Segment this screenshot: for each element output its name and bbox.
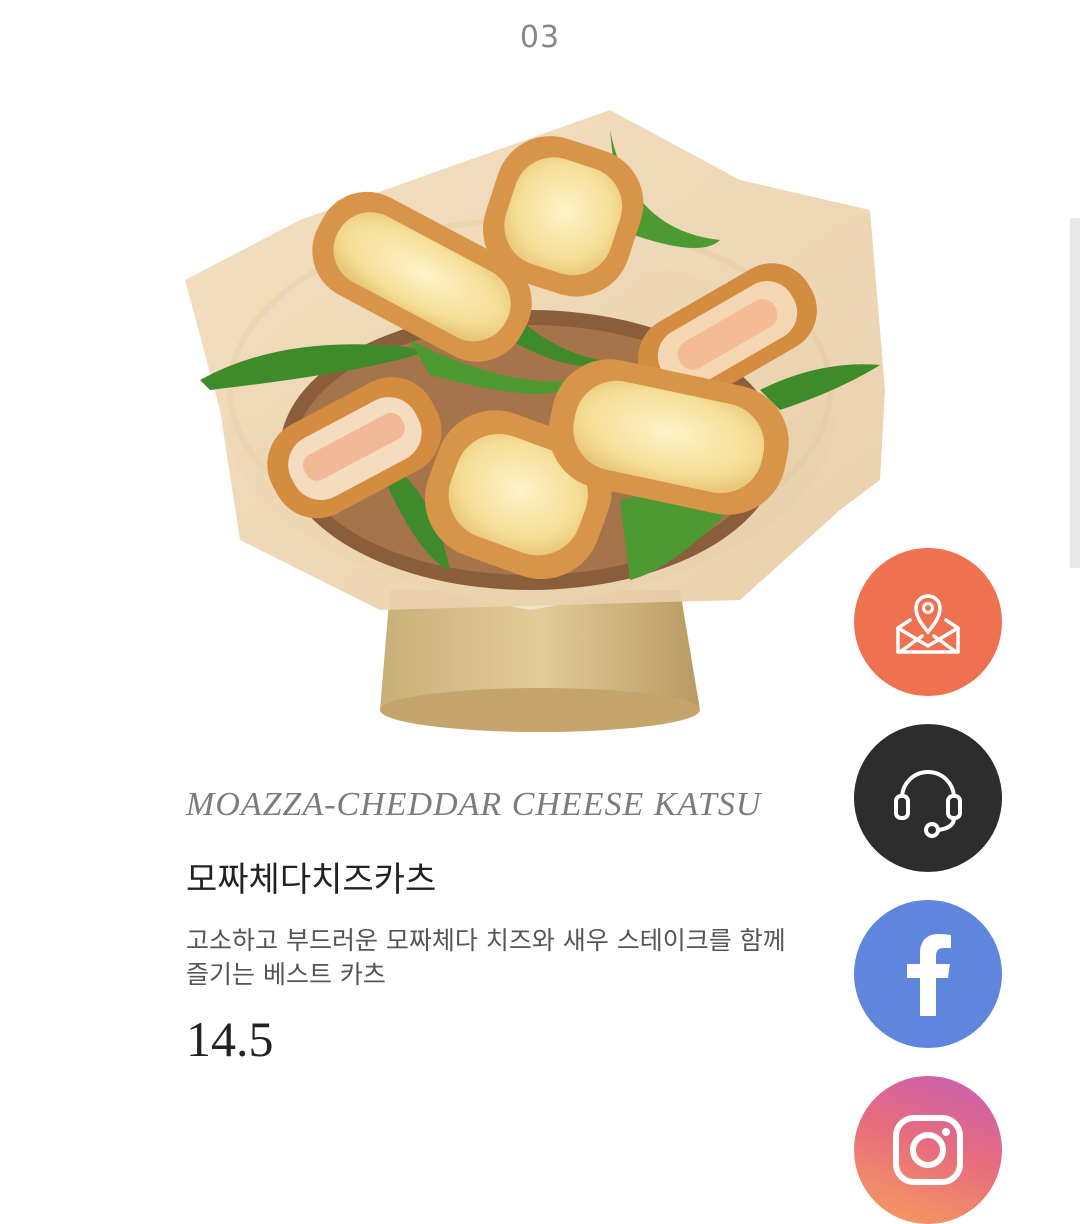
instagram-icon — [893, 1115, 963, 1185]
instagram-button[interactable] — [854, 1076, 1002, 1224]
map-pin-envelope-icon — [896, 594, 960, 654]
customer-support-button[interactable] — [854, 724, 1002, 872]
item-description: 고소하고 부드러운 모짜체다 치즈와 새우 스테이크를 함께 즐기는 베스트 카… — [186, 924, 886, 992]
facebook-icon — [907, 934, 951, 1016]
item-description-line: 즐기는 베스트 카츠 — [186, 960, 386, 989]
item-number: 03 — [519, 20, 561, 55]
item-price: 14.5 — [186, 1011, 274, 1067]
facebook-button[interactable] — [854, 900, 1002, 1048]
item-name-english: MOAZZA-CHEDDAR CHEESE KATSU — [186, 786, 762, 823]
location-mail-button[interactable] — [854, 548, 1002, 696]
headset-icon — [894, 770, 962, 838]
dish-image — [185, 110, 885, 732]
item-name-korean: 모짜체다치즈카츠 — [186, 860, 437, 900]
item-description-line: 고소하고 부드러운 모짜체다 치즈와 새우 스테이크를 함께 — [186, 926, 786, 955]
scroll-indicator[interactable] — [1070, 218, 1080, 568]
